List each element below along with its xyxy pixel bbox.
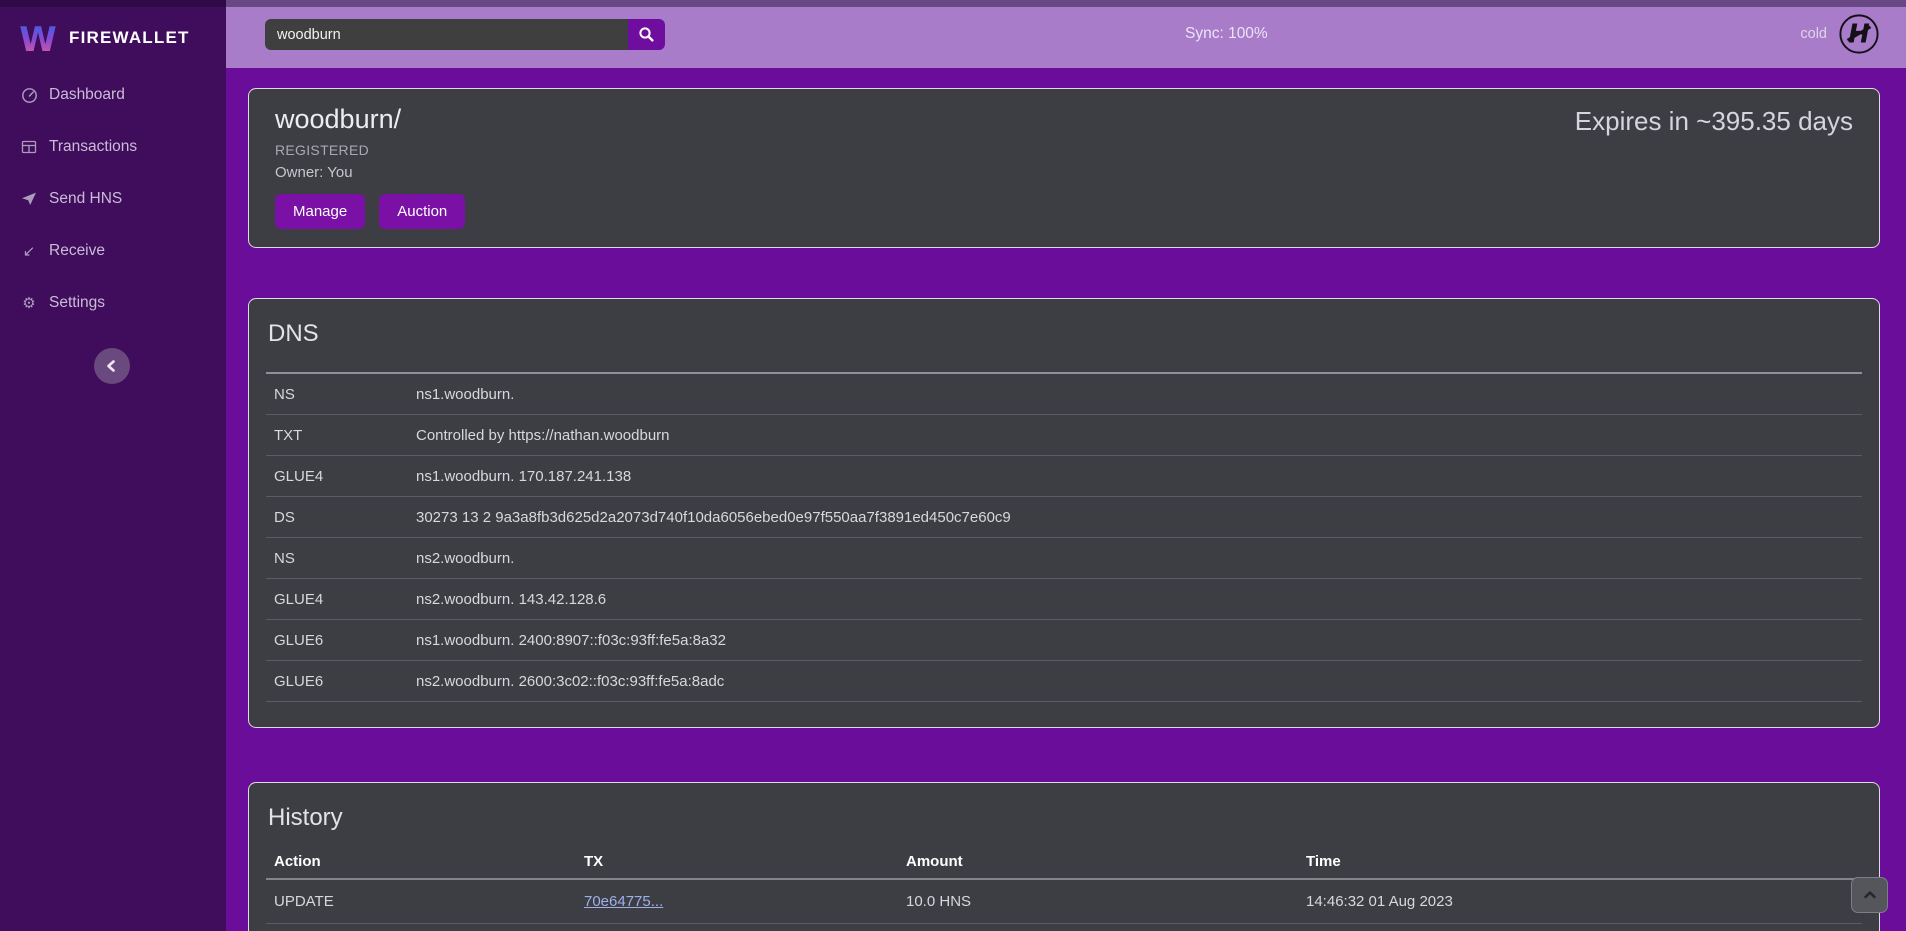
dns-record-type: GLUE4 — [266, 591, 416, 608]
history-card: History Action TX Amount Time UPDATE 70e… — [248, 782, 1880, 931]
firewallet-logo-icon: W — [20, 18, 56, 58]
dns-record-row: GLUE6 ns2.woodburn. 2600:3c02::f03c:93ff… — [266, 661, 1862, 702]
send-icon — [20, 190, 38, 208]
sidebar-collapse-button[interactable] — [94, 348, 130, 384]
history-header-row: Action TX Amount Time — [266, 844, 1862, 880]
dns-card: DNS NS ns1.woodburn. TXT Controlled by h… — [248, 298, 1880, 728]
dns-record-value: ns1.woodburn. 2400:8907::f03c:93ff:fe5a:… — [416, 632, 1862, 649]
brand-name: FIREWALLET — [69, 28, 190, 48]
search-icon — [638, 26, 655, 43]
search-input[interactable] — [265, 19, 628, 50]
history-header-amount: Amount — [906, 853, 1306, 870]
dns-record-value: ns1.woodburn. 170.187.241.138 — [416, 468, 1862, 485]
history-header-tx: TX — [584, 853, 906, 870]
table-row: UPDATE 70e64775... 10.0 HNS 14:46:32 01 … — [266, 880, 1862, 924]
dns-record-row: TXT Controlled by https://nathan.woodbur… — [266, 415, 1862, 456]
sidebar-item-label: Send HNS — [49, 190, 122, 208]
dns-record-type: GLUE6 — [266, 673, 416, 690]
tx-link[interactable]: 70e64775... — [584, 893, 663, 910]
sidebar-item-label: Receive — [49, 242, 105, 260]
history-action: UPDATE — [266, 893, 584, 910]
auction-button[interactable]: Auction — [379, 194, 465, 229]
manage-button[interactable]: Manage — [275, 194, 365, 229]
search-button[interactable] — [628, 19, 665, 50]
dns-record-row: GLUE4 ns1.woodburn. 170.187.241.138 — [266, 456, 1862, 497]
domain-status: REGISTERED — [275, 142, 1853, 158]
speedometer-icon — [20, 86, 38, 104]
wallet-name: cold — [1800, 26, 1827, 42]
domain-card: woodburn/ REGISTERED Owner: You Manage A… — [248, 88, 1880, 248]
dns-record-value: ns1.woodburn. — [416, 386, 1862, 403]
dns-title: DNS — [268, 320, 1862, 348]
dns-record-type: GLUE4 — [266, 468, 416, 485]
svg-text:W: W — [20, 20, 56, 58]
dns-record-value: ns2.woodburn. — [416, 550, 1862, 567]
domain-actions: Manage Auction — [275, 194, 1853, 229]
sidebar-item-label: Settings — [49, 294, 105, 312]
dns-record-row: DS 30273 13 2 9a3a8fb3d625d2a2073d740f10… — [266, 497, 1862, 538]
sidebar-item-label: Dashboard — [49, 86, 125, 104]
history-header-time: Time — [1306, 853, 1862, 870]
history-header-action: Action — [266, 853, 584, 870]
dns-record-type: TXT — [266, 427, 416, 444]
brand[interactable]: W FIREWALLET — [0, 0, 226, 64]
sidebar-item-settings[interactable]: ⚙ Settings — [0, 277, 226, 329]
search-bar — [265, 19, 665, 50]
sidebar-item-transactions[interactable]: Transactions — [0, 121, 226, 173]
scroll-to-top-button[interactable] — [1851, 877, 1888, 913]
dns-record-type: NS — [266, 550, 416, 567]
dns-record-value: ns2.woodburn. 143.42.128.6 — [416, 591, 1862, 608]
dns-record-type: GLUE6 — [266, 632, 416, 649]
history-amount: 10.0 HNS — [906, 893, 1306, 910]
dns-record-value: 30273 13 2 9a3a8fb3d625d2a2073d740f10da6… — [416, 509, 1862, 526]
gear-icon: ⚙ — [20, 294, 38, 312]
dns-record-row: NS ns1.woodburn. — [266, 374, 1862, 415]
domain-owner: Owner: You — [275, 164, 1853, 181]
sidebar-item-label: Transactions — [49, 138, 137, 156]
chevron-left-icon — [103, 357, 121, 375]
history-table: Action TX Amount Time UPDATE 70e64775...… — [266, 844, 1862, 931]
handshake-logo-icon[interactable]: H — [1838, 13, 1880, 55]
sync-status: Sync: 100% — [1185, 0, 1268, 68]
dns-record-type: NS — [266, 386, 416, 403]
dns-record-row: GLUE6 ns1.woodburn. 2400:8907::f03c:93ff… — [266, 620, 1862, 661]
dns-record-value: Controlled by https://nathan.woodburn — [416, 427, 1862, 444]
dns-record-value: ns2.woodburn. 2600:3c02::f03c:93ff:fe5a:… — [416, 673, 1862, 690]
sidebar-item-send-hns[interactable]: Send HNS — [0, 173, 226, 225]
history-title: History — [268, 804, 1862, 832]
topbar: Sync: 100% cold H — [226, 0, 1906, 68]
table-icon — [20, 138, 38, 156]
sidebar-nav: Dashboard Transactions Send HNS ↙ Rece — [0, 69, 226, 329]
receive-arrow-icon: ↙ — [20, 242, 38, 260]
sidebar: W FIREWALLET Dashboard Transactions — [0, 0, 226, 931]
chevron-up-icon — [1861, 886, 1879, 904]
expires-label: Expires in ~395.35 days — [1575, 106, 1853, 137]
dns-record-type: DS — [266, 509, 416, 526]
sidebar-item-receive[interactable]: ↙ Receive — [0, 225, 226, 277]
history-time: 14:46:32 01 Aug 2023 — [1306, 893, 1862, 910]
dns-record-row: NS ns2.woodburn. — [266, 538, 1862, 579]
dns-record-row: GLUE4 ns2.woodburn. 143.42.128.6 — [266, 579, 1862, 620]
table-row: RENEW d73c5e4... 10.0 HNS 15:45:00 07 Fe… — [266, 924, 1862, 931]
dns-table: NS ns1.woodburn. TXT Controlled by https… — [266, 372, 1862, 702]
wallet-info: cold H — [1800, 0, 1880, 68]
sidebar-item-dashboard[interactable]: Dashboard — [0, 69, 226, 121]
